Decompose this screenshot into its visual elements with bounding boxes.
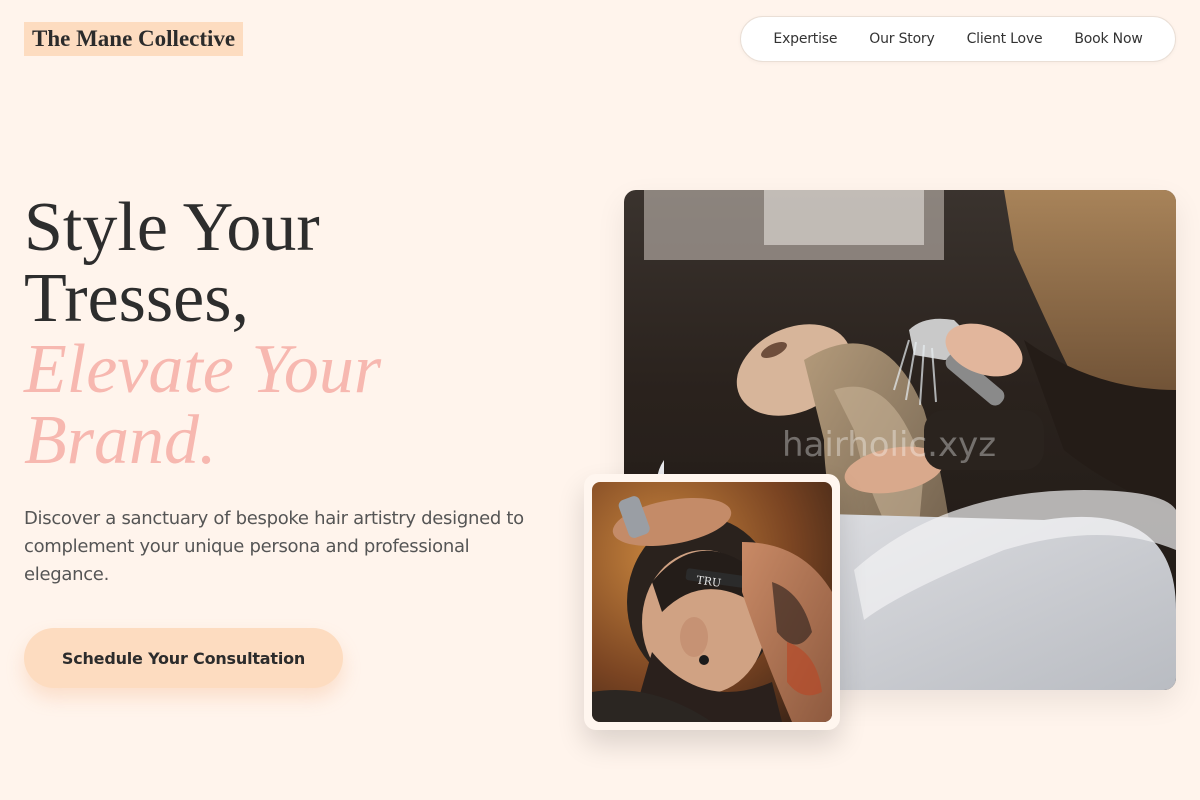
brand-logo[interactable]: The Mane Collective	[24, 22, 244, 56]
nav-item-expertise[interactable]: Expertise	[757, 31, 853, 47]
headline-line-1: Style Your	[24, 189, 320, 266]
main-nav: Expertise Our Story Client Love Book Now	[740, 16, 1176, 62]
nav-item-book-now[interactable]: Book Now	[1058, 31, 1158, 47]
inset-photo-frame: TRU	[584, 474, 840, 730]
nav-item-client-love[interactable]: Client Love	[951, 31, 1059, 47]
barber-photo: TRU	[592, 482, 832, 722]
headline-accent-line-2: Brand.	[24, 402, 217, 479]
nav-item-our-story[interactable]: Our Story	[853, 31, 950, 47]
hero-headline: Style Your Tresses, Elevate Your Brand.	[24, 192, 564, 476]
photo-watermark: hairholic.xyz	[782, 425, 996, 465]
schedule-consultation-button[interactable]: Schedule Your Consultation	[24, 628, 343, 688]
hero-description: Discover a sanctuary of bespoke hair art…	[24, 508, 524, 585]
headline-line-2: Tresses,	[24, 260, 249, 337]
headline-accent-line-1: Elevate Your	[24, 331, 382, 408]
